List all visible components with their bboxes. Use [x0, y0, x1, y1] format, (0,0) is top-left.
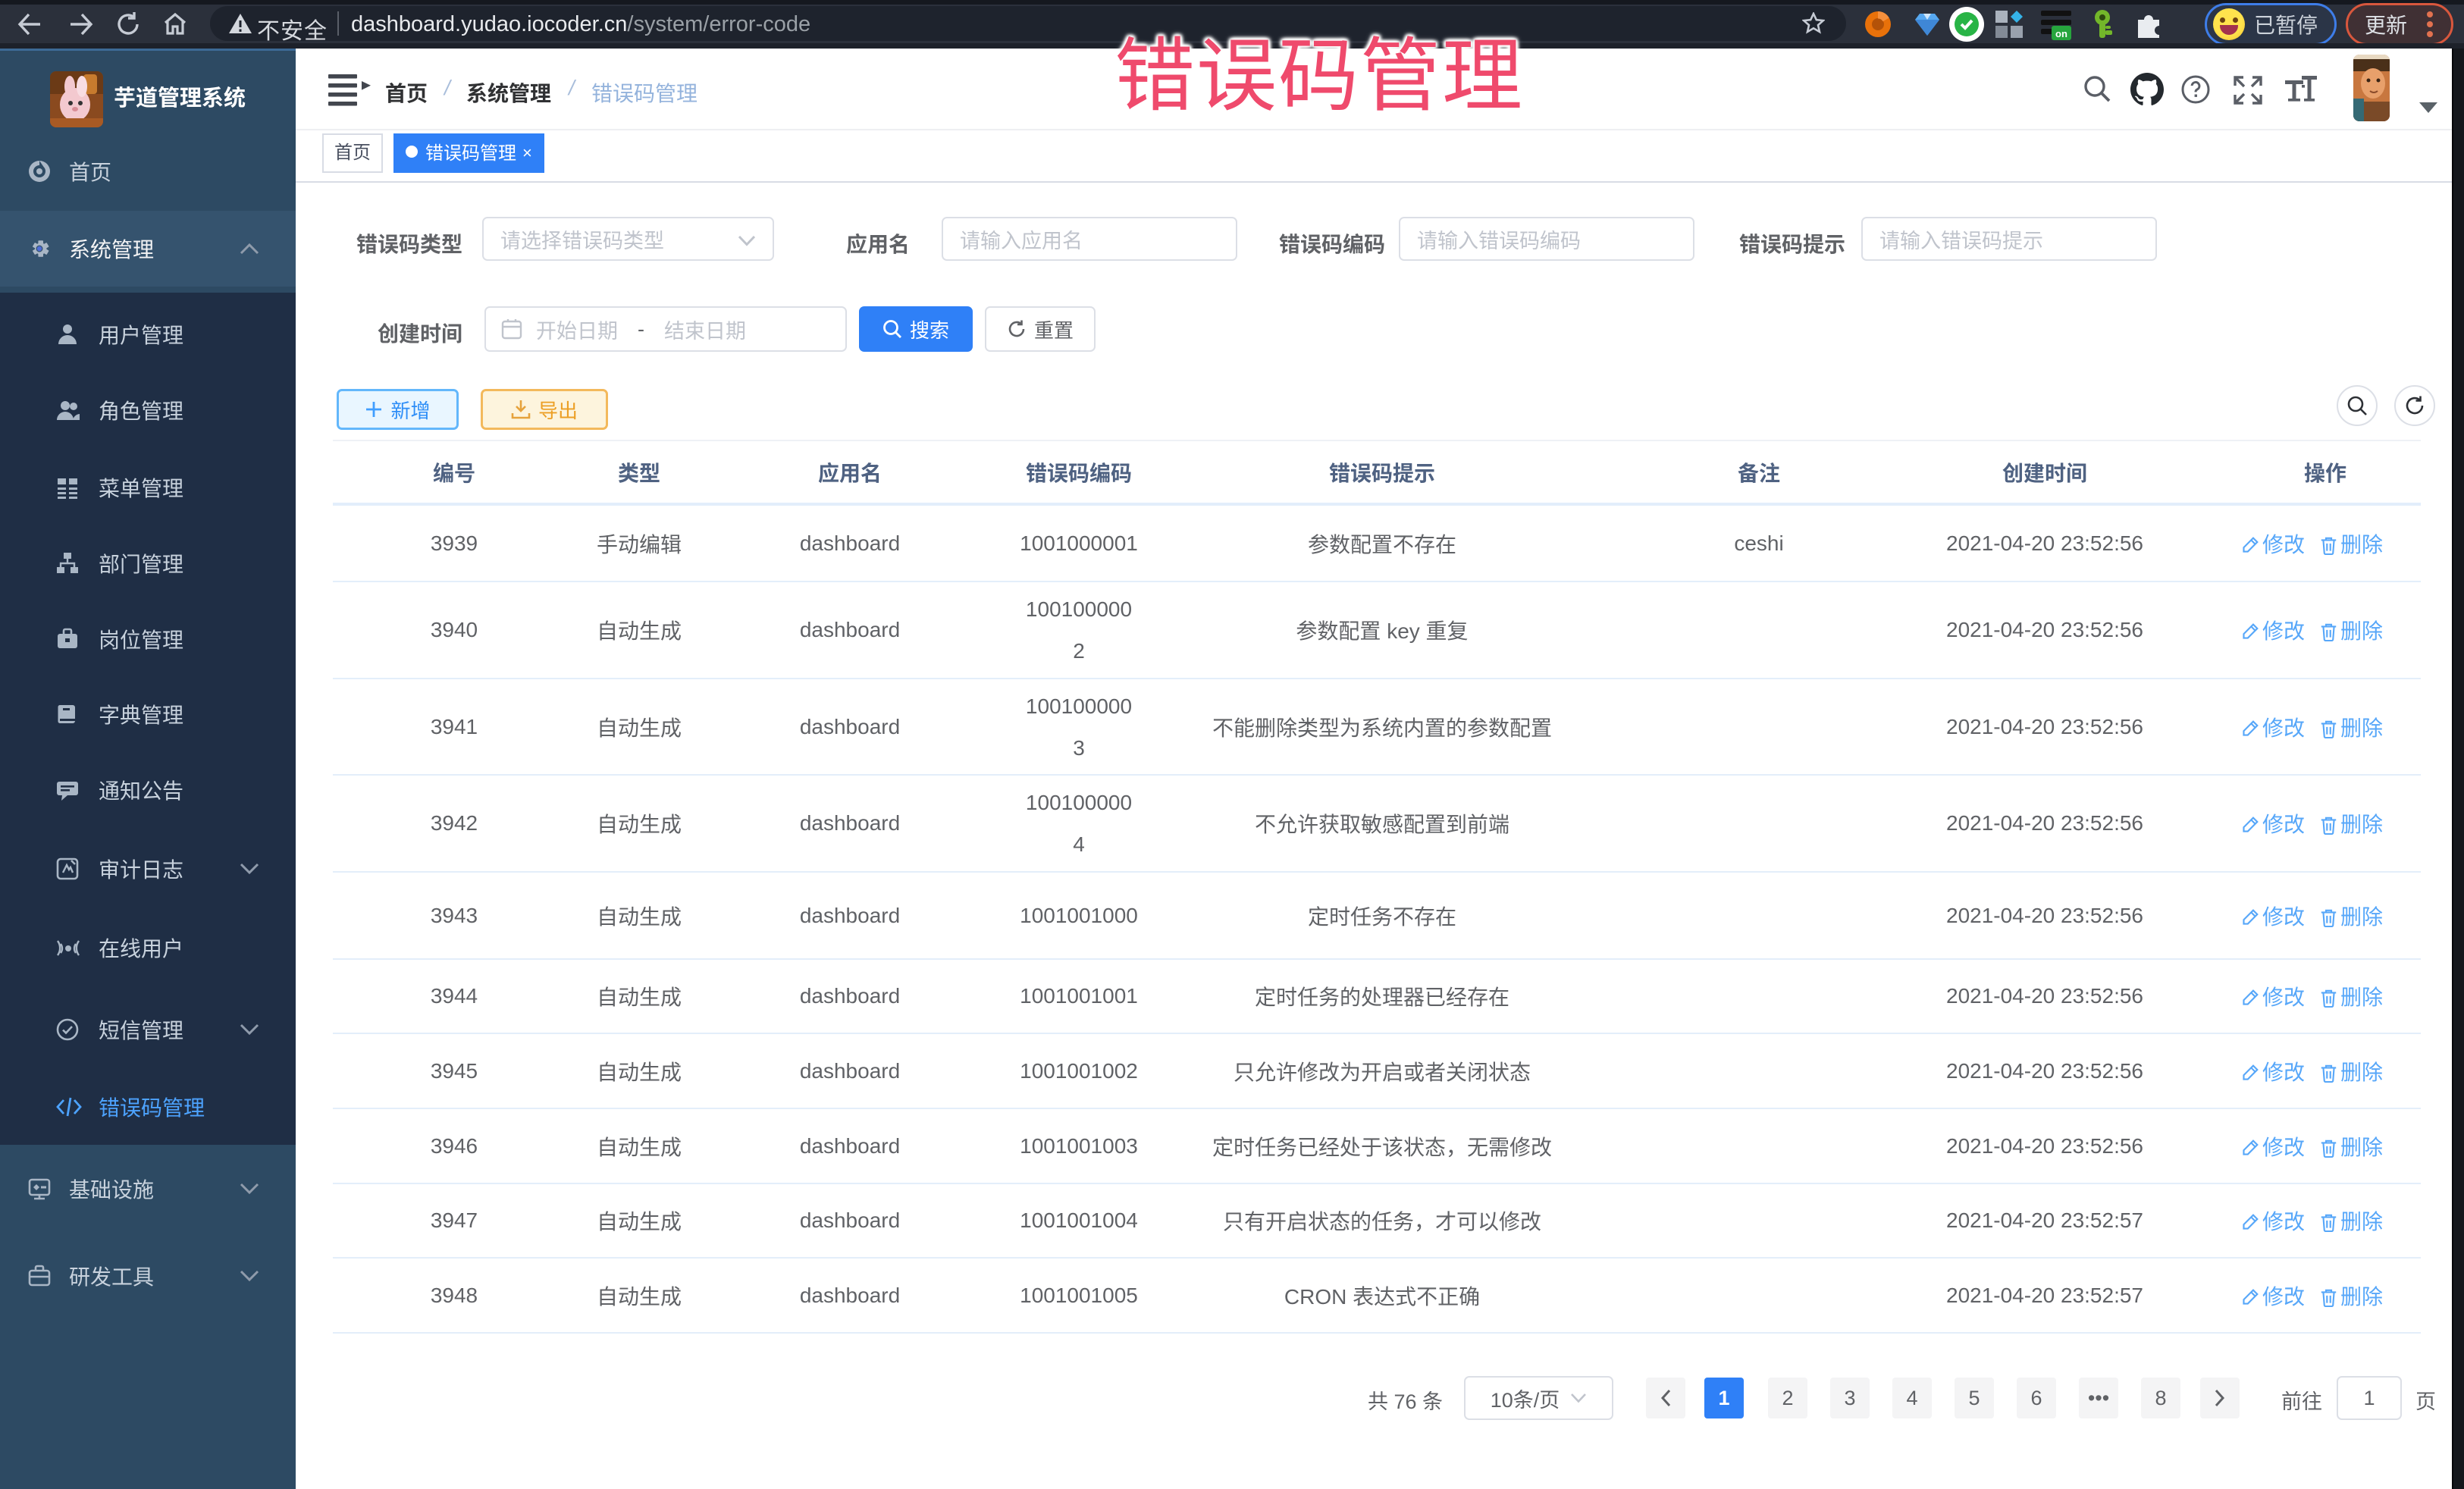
svg-text:on: on [2055, 28, 2067, 39]
